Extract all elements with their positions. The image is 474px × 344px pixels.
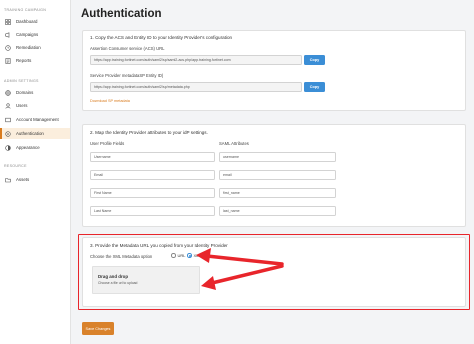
remediation-icon bbox=[5, 44, 11, 51]
saml-attribute-username[interactable]: username bbox=[219, 152, 336, 162]
copy-entity-button[interactable]: Copy bbox=[304, 82, 325, 92]
reports-icon bbox=[5, 57, 11, 64]
save-changes-button[interactable]: Save Changes bbox=[82, 322, 114, 335]
users-icon bbox=[5, 102, 11, 109]
profile-field-email: Email bbox=[90, 170, 215, 180]
entity-id-field[interactable]: https://app.training.fortinet.com/auth/s… bbox=[90, 82, 302, 92]
appearance-icon bbox=[5, 144, 11, 151]
step1-title: 1. Copy the ACS and Entity ID to your Id… bbox=[90, 35, 233, 40]
sidebar-item-campaigns[interactable]: Campaigns bbox=[0, 29, 70, 40]
page-title: Authentication bbox=[81, 8, 162, 20]
sidebar-item-label: Campaigns bbox=[16, 32, 39, 37]
profile-field-username: Username bbox=[90, 152, 215, 162]
saml-attribute-email[interactable]: email bbox=[219, 170, 336, 180]
user-profile-fields-header: User Profile Fields bbox=[90, 141, 125, 146]
domains-icon bbox=[5, 89, 11, 96]
sidebar-item-remediation[interactable]: Remediation bbox=[0, 42, 70, 53]
sidebar-item-label: Appearance bbox=[16, 145, 40, 150]
sidebar-item-label: Domains bbox=[16, 90, 34, 95]
sidebar-item-assets[interactable]: Assets bbox=[0, 174, 70, 185]
sidebar-item-label: Reports bbox=[16, 58, 32, 63]
profile-field-first-name: First Name bbox=[90, 188, 215, 198]
authentication-icon bbox=[5, 130, 11, 137]
dashboard-icon bbox=[5, 18, 11, 25]
sidebar-item-label: Dashboard bbox=[16, 19, 38, 24]
saml-attribute-last-name[interactable]: last_name bbox=[219, 206, 336, 216]
step2-title: 2. Map the Identity Provider attributes … bbox=[90, 130, 208, 135]
step2-card: 2. Map the Identity Provider attributes … bbox=[82, 124, 466, 227]
download-sp-metadata-link[interactable]: Download SP metadata bbox=[90, 99, 130, 103]
sidebar-item-label: Assets bbox=[16, 177, 30, 182]
sidebar-item-reports[interactable]: Reports bbox=[0, 55, 70, 66]
sidebar-item-label: Account Management bbox=[16, 117, 59, 122]
sidebar-item-users[interactable]: Users bbox=[0, 100, 70, 111]
entity-id-label: Service Provider metadataSP Entity ID) bbox=[90, 73, 164, 78]
campaigns-icon bbox=[5, 31, 11, 38]
acs-url-field[interactable]: https://app.training.fortinet.com/auth/s… bbox=[90, 55, 302, 65]
saml-attributes-header: SAML Attributes bbox=[219, 141, 249, 146]
sidebar-item-label: Users bbox=[16, 103, 28, 108]
saml-attribute-first-name[interactable]: first_name bbox=[219, 188, 336, 198]
acs-url-label: Assertion Consumer service (ACS) URL bbox=[90, 46, 165, 51]
sidebar: TRAINING CAMPAIGN Dashboard Campaigns Re… bbox=[0, 0, 71, 344]
sidebar-item-account-management[interactable]: Account Management bbox=[0, 114, 70, 125]
step1-card: 1. Copy the ACS and Entity ID to your Id… bbox=[82, 30, 466, 111]
annotation-highlight-frame bbox=[78, 234, 470, 310]
sidebar-item-dashboard[interactable]: Dashboard bbox=[0, 16, 70, 27]
sidebar-item-authentication[interactable]: Authentication bbox=[0, 128, 70, 139]
account-icon bbox=[5, 117, 11, 123]
sidebar-item-label: Authentication bbox=[16, 131, 44, 136]
assets-icon bbox=[5, 177, 11, 183]
sidebar-section-admin: ADMIN SETTINGS bbox=[4, 79, 39, 83]
sidebar-item-appearance[interactable]: Appearance bbox=[0, 142, 70, 153]
sidebar-item-domains[interactable]: Domains bbox=[0, 87, 70, 98]
profile-field-last-name: Last Name bbox=[90, 206, 215, 216]
copy-acs-button[interactable]: Copy bbox=[304, 55, 325, 65]
sidebar-section-training: TRAINING CAMPAIGN bbox=[4, 8, 47, 12]
sidebar-item-label: Remediation bbox=[16, 45, 41, 50]
sidebar-section-resource: RESOURCE bbox=[4, 164, 27, 168]
